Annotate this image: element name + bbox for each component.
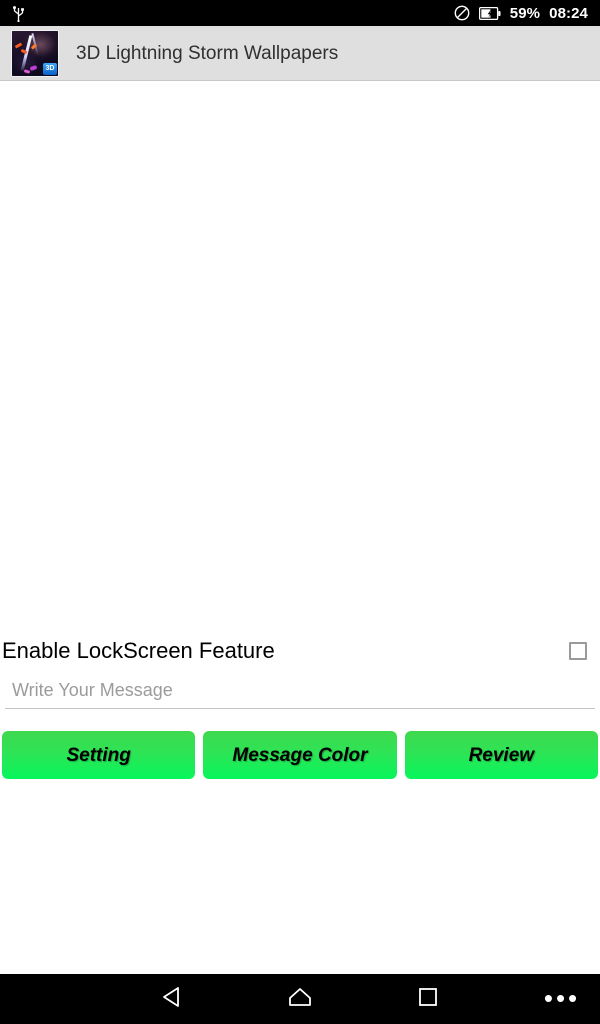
- bottom-spacer: [0, 779, 600, 974]
- nav-home-button[interactable]: [256, 974, 344, 1024]
- enable-lockscreen-label: Enable LockScreen Feature: [2, 638, 275, 663]
- nav-recents-button[interactable]: [384, 974, 472, 1024]
- status-bar-right: 59% 08:24: [454, 5, 588, 21]
- no-entry-icon: [454, 5, 470, 21]
- battery-charging-icon: [478, 6, 501, 20]
- review-button[interactable]: Review: [404, 731, 598, 779]
- status-bar-left: [12, 5, 25, 22]
- nav-back-button[interactable]: [128, 974, 216, 1024]
- controls-panel: Enable LockScreen Feature Setting Messag…: [0, 634, 600, 974]
- home-icon: [287, 985, 313, 1014]
- app-title: 3D Lightning Storm Wallpapers: [76, 42, 339, 64]
- phone-screen: 59% 08:24 3D 3D Lightning Storm Wallpape…: [0, 0, 600, 1024]
- enable-lockscreen-checkbox[interactable]: [569, 642, 587, 660]
- message-field-wrapper[interactable]: [5, 679, 595, 709]
- thumbnail-3d-badge: 3D: [43, 62, 57, 75]
- battery-percent-label: 59%: [509, 4, 541, 22]
- status-bar: 59% 08:24: [0, 0, 600, 26]
- message-input[interactable]: [12, 679, 595, 701]
- back-triangle-icon: [161, 985, 183, 1014]
- app-thumbnail-lightning-icon: 3D: [11, 29, 59, 77]
- usb-icon: [12, 5, 25, 22]
- setting-button[interactable]: Setting: [2, 731, 196, 779]
- message-color-button[interactable]: Message Color: [203, 731, 397, 779]
- enable-lockscreen-row[interactable]: Enable LockScreen Feature: [0, 634, 600, 668]
- nav-more-button[interactable]: •••: [532, 974, 592, 1024]
- navigation-bar: •••: [0, 974, 600, 1024]
- recents-square-icon: [417, 986, 439, 1013]
- app-bar: 3D 3D Lightning Storm Wallpapers: [0, 26, 600, 81]
- overflow-dots-icon: •••: [543, 983, 581, 1014]
- action-button-row: Setting Message Color Review: [0, 731, 600, 779]
- content-area: Enable LockScreen Feature Setting Messag…: [0, 81, 600, 974]
- clock-label: 08:24: [549, 4, 588, 22]
